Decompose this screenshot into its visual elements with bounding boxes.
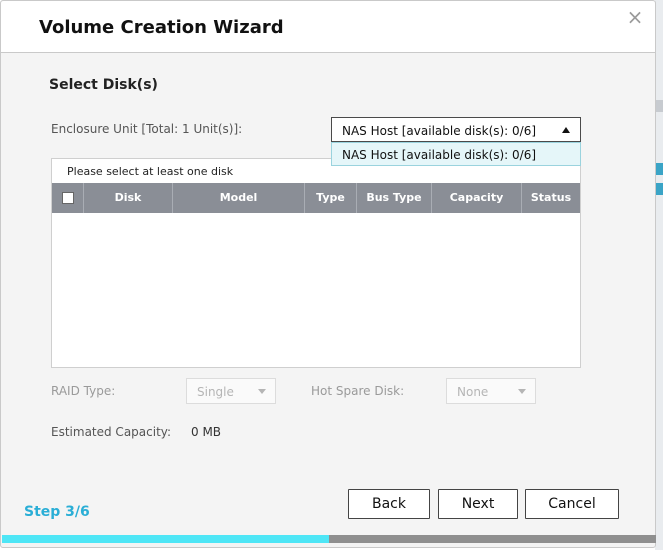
raid-type-select: Single xyxy=(186,378,276,404)
background-stripe xyxy=(655,183,663,195)
step-indicator: Step 3/6 xyxy=(24,504,90,520)
disk-table-panel: Please select at least one disk Disk Mod… xyxy=(51,158,581,368)
background-stripe xyxy=(655,163,663,175)
hot-spare-value: None xyxy=(457,385,489,399)
cancel-button[interactable]: Cancel xyxy=(525,489,619,519)
back-button[interactable]: Back xyxy=(348,489,430,519)
column-header-status[interactable]: Status xyxy=(522,183,580,213)
wizard-progress-fill xyxy=(2,535,329,543)
disk-table-header: Disk Model Type Bus Type Capacity Status xyxy=(52,183,580,213)
raid-type-value: Single xyxy=(197,385,234,399)
dialog-title: Volume Creation Wizard xyxy=(39,17,284,38)
column-header-type[interactable]: Type xyxy=(305,183,357,213)
column-header-capacity[interactable]: Capacity xyxy=(432,183,522,213)
disk-selection-hint: Please select at least one disk xyxy=(67,165,234,178)
enclosure-label: Enclosure Unit [Total: 1 Unit(s)]: xyxy=(51,122,243,136)
estimated-capacity-value: 0 MB xyxy=(191,425,222,439)
hot-spare-label: Hot Spare Disk: xyxy=(311,384,405,398)
enclosure-selected-value: NAS Host [available disk(s): 0/6] xyxy=(342,124,537,138)
hot-spare-select: None xyxy=(446,378,536,404)
select-all-checkbox[interactable] xyxy=(62,192,74,204)
chevron-down-icon xyxy=(518,389,526,394)
chevron-up-icon xyxy=(562,127,570,133)
select-all-cell xyxy=(52,183,84,213)
estimated-capacity-label: Estimated Capacity: xyxy=(51,425,172,439)
column-header-model[interactable]: Model xyxy=(173,183,305,213)
chevron-down-icon xyxy=(258,389,266,394)
background-window-strip xyxy=(655,0,663,550)
section-title: Select Disk(s) xyxy=(49,77,158,93)
enclosure-select[interactable]: NAS Host [available disk(s): 0/6] xyxy=(331,117,581,142)
column-header-disk[interactable]: Disk xyxy=(84,183,173,213)
background-stripe xyxy=(655,100,663,112)
close-icon[interactable]: × xyxy=(625,7,645,27)
wizard-progress-bar xyxy=(2,535,656,543)
volume-creation-dialog: Volume Creation Wizard × Select Disk(s) … xyxy=(0,0,656,548)
column-header-bus-type[interactable]: Bus Type xyxy=(357,183,432,213)
dialog-header: Volume Creation Wizard × xyxy=(1,1,655,53)
raid-type-label: RAID Type: xyxy=(51,384,116,398)
next-button[interactable]: Next xyxy=(438,489,518,519)
enclosure-option[interactable]: NAS Host [available disk(s): 0/6] xyxy=(331,142,581,166)
